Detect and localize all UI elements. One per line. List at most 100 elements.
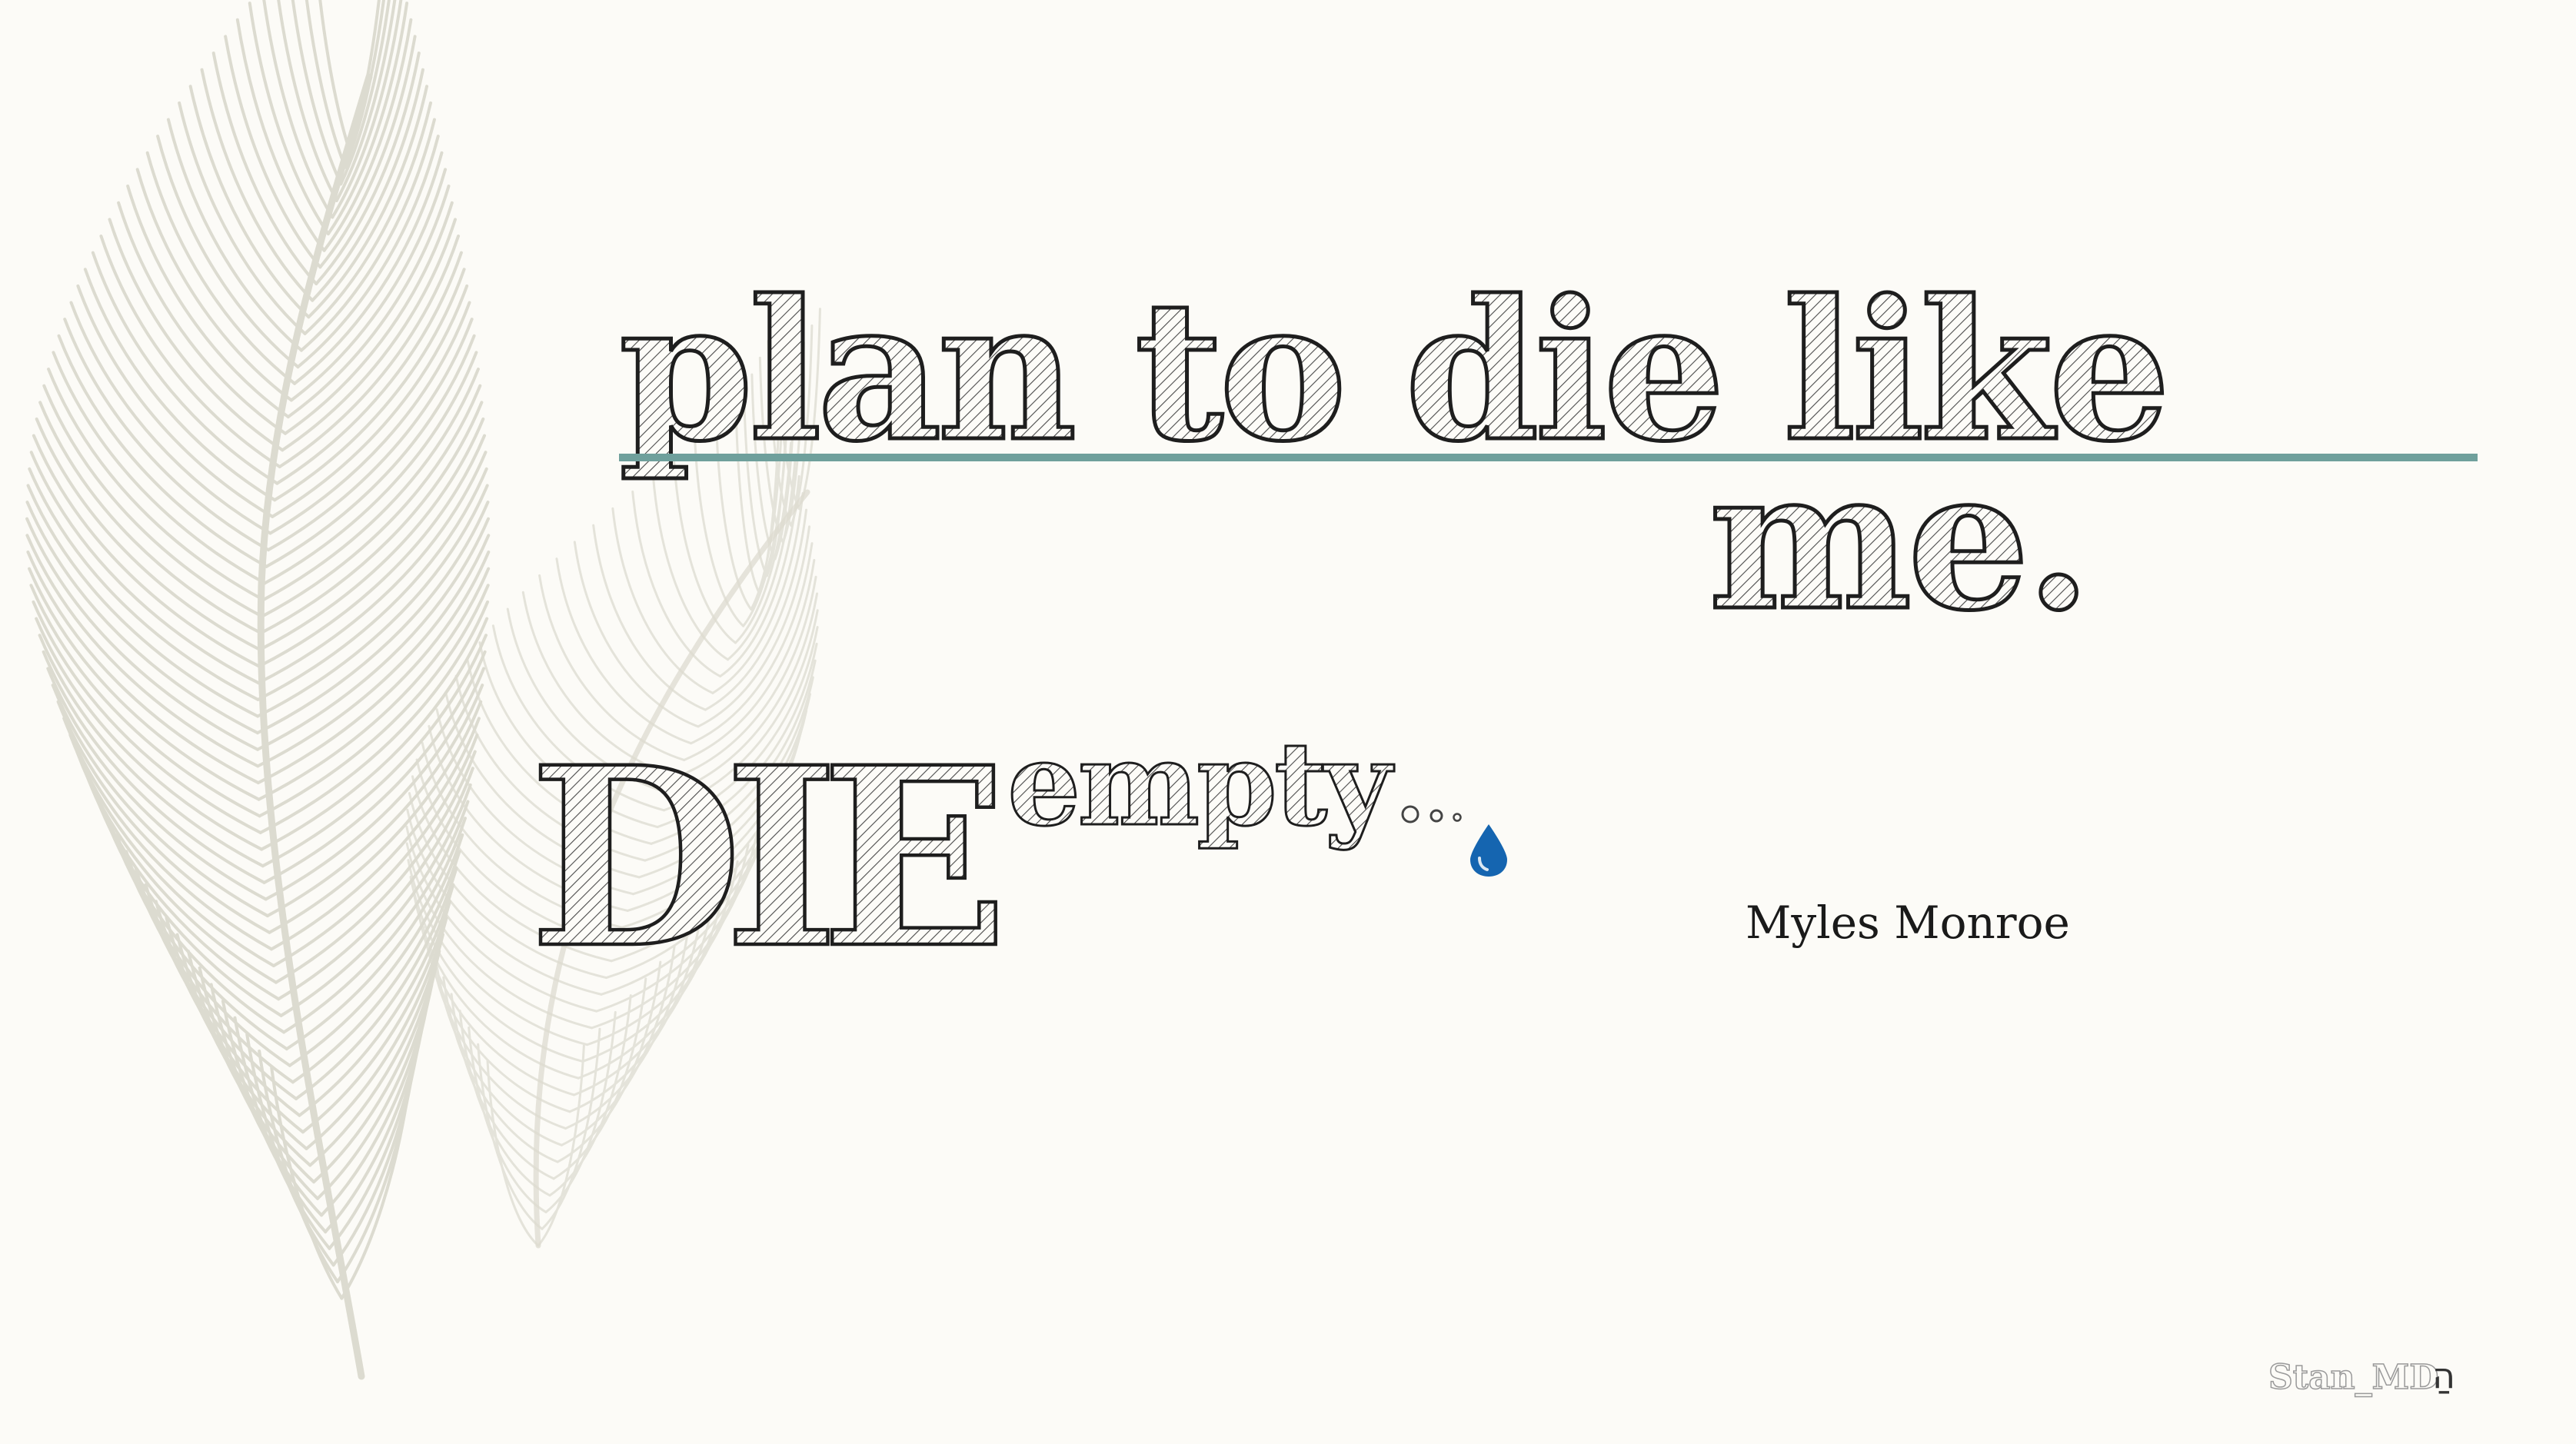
feather-barb — [301, 900, 452, 1134]
feather-barb — [257, 451, 488, 685]
feather-barb — [28, 467, 260, 701]
feather-barb — [288, 833, 464, 1067]
feather-barb — [572, 893, 716, 1096]
feather-icon — [25, 0, 821, 1380]
feather-barb — [435, 708, 635, 896]
feather-barb — [690, 542, 814, 745]
headline-line1: plan to die like — [619, 258, 2166, 484]
feather-barb — [538, 574, 686, 761]
feather-barb — [291, 0, 343, 186]
feather-barb — [406, 808, 603, 996]
feather-barb — [491, 624, 665, 812]
feather-barb — [248, 2, 330, 236]
signature-name: Stan_MD — [2268, 1357, 2439, 1398]
feather-barb — [631, 491, 722, 678]
feather-barb — [405, 842, 594, 1030]
feather-barb — [38, 634, 265, 868]
feather-barb — [331, 1033, 422, 1267]
feather-barb — [144, 883, 301, 1117]
feather-barb — [198, 966, 320, 1200]
feather-barb — [308, 933, 444, 1167]
feather-barb — [454, 674, 647, 862]
feather-barb — [91, 251, 279, 485]
feather-barb — [35, 417, 262, 651]
feather-barb — [486, 1060, 540, 1247]
feather-barb — [175, 933, 312, 1167]
feather-barb — [291, 850, 461, 1084]
feather-barb — [715, 423, 753, 611]
feather-barb — [134, 867, 298, 1101]
feather-barb — [417, 909, 575, 1096]
feather-barb — [719, 475, 800, 678]
feather-barb — [35, 617, 264, 851]
feather-barb — [767, 340, 793, 527]
feather-barb — [28, 567, 261, 801]
feather-barb — [274, 750, 477, 984]
feather-barb — [552, 977, 647, 1180]
feather-barb — [328, 1016, 426, 1250]
feather-barb — [408, 792, 607, 980]
feather-barb — [200, 68, 315, 302]
feather-barb — [656, 626, 819, 829]
feather-barb — [255, 501, 490, 735]
feather-barb — [577, 877, 727, 1080]
feather-barb — [548, 994, 632, 1197]
feather-barb — [421, 741, 624, 929]
ellipsis-dots — [1401, 805, 1462, 823]
feather-barb — [68, 733, 275, 967]
feather-barb — [477, 1043, 544, 1230]
feather-barb — [466, 657, 653, 845]
feather-barb — [126, 185, 290, 419]
feather-barb — [704, 508, 807, 711]
feather-barb — [742, 390, 768, 577]
feather-barb — [311, 68, 424, 302]
feather-barb — [281, 218, 458, 452]
feather-barb — [626, 709, 808, 912]
feather-barb — [335, 1049, 418, 1283]
feather-barb — [257, 567, 491, 801]
feather-barb — [757, 391, 781, 594]
feather-barb — [278, 235, 461, 468]
feather-barb — [637, 676, 814, 879]
feather-barb — [544, 1010, 617, 1213]
feather-barb — [478, 641, 659, 829]
feather-barb — [75, 750, 278, 984]
feather-barb — [262, 0, 334, 219]
feather-barb — [245, 1033, 335, 1267]
author-name: Myles Monroe — [1746, 897, 2070, 949]
feather-barb — [299, 118, 436, 352]
feather-barb — [271, 733, 479, 967]
feather-barb — [265, 684, 484, 918]
headline-art: plan to die like me. DIE empty — [528, 256, 2173, 1005]
feather-barb — [662, 609, 819, 812]
signature-mark: הַ — [2432, 1355, 2456, 1396]
feather-barb — [621, 726, 804, 929]
feather-barb — [260, 384, 482, 618]
feather-barb — [781, 341, 805, 544]
feather-barb — [591, 827, 760, 1030]
feather-barb — [256, 534, 491, 768]
feather-barb — [581, 860, 739, 1063]
feather-barb — [289, 168, 448, 402]
feather-barb — [47, 368, 265, 602]
feather-barb — [409, 875, 584, 1063]
feather-barb — [595, 810, 769, 1013]
feather-barb — [326, 2, 409, 236]
feather-barb — [82, 767, 281, 1001]
feather-barb — [256, 551, 491, 785]
feather-barb — [259, 401, 484, 635]
feather-barb — [774, 323, 800, 511]
feather-barb — [442, 976, 559, 1163]
feather-barb — [339, 0, 391, 186]
feather-barb — [331, 0, 403, 219]
feather-barb — [411, 775, 613, 963]
feather-barb — [26, 484, 260, 718]
feather-barb — [711, 491, 804, 694]
feather-barb — [270, 1066, 344, 1300]
feather-barb — [271, 284, 469, 518]
feather-barb — [25, 534, 260, 768]
feather-barb — [405, 825, 598, 1013]
feather-barb — [790, 324, 814, 527]
feather-barb — [651, 474, 730, 661]
feather-barb — [256, 484, 489, 718]
